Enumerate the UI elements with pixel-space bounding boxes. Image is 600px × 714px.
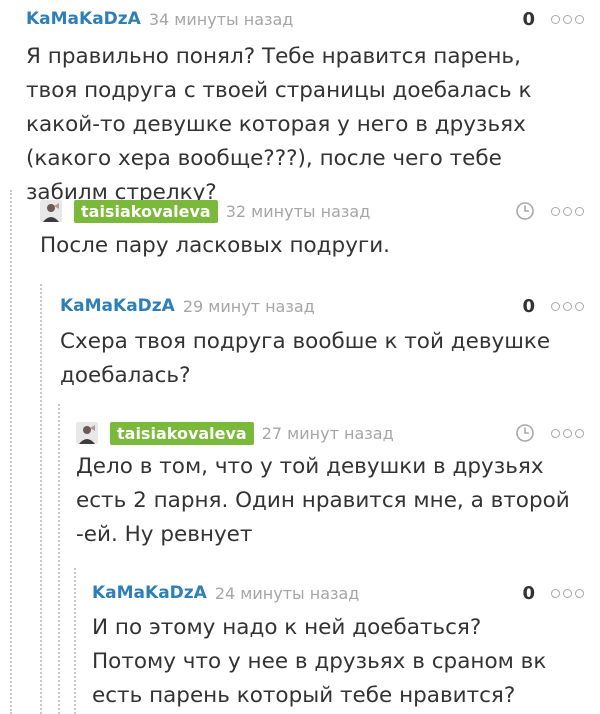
more-options-icon[interactable] xyxy=(551,301,584,311)
comment-timestamp: 24 минуты назад xyxy=(214,583,360,603)
comment-thread: KaMaKaDzA 34 минуты назад 0 Я правильно … xyxy=(0,0,600,714)
comment-text: И по этому надо к ней доебаться? Потому … xyxy=(92,615,547,708)
comment-header: KaMaKaDzA 34 минуты назад 0 xyxy=(0,4,600,34)
clock-icon[interactable] xyxy=(515,201,535,221)
more-options-icon[interactable] xyxy=(551,206,584,216)
comment-timestamp: 34 минуты назад xyxy=(148,9,294,29)
comment-actions: 0 xyxy=(522,4,584,34)
comment-header: KaMaKaDzA 29 минут назад 0 xyxy=(40,291,600,321)
comment-header: taisiakovaleva 32 минуты назад xyxy=(10,196,600,226)
user-avatar[interactable] xyxy=(40,200,62,222)
comment-text: Я правильно понял? Тебе нравится парень,… xyxy=(26,44,532,205)
thread-guide-line xyxy=(10,190,12,714)
more-options-icon[interactable] xyxy=(551,14,584,24)
comment-author-link[interactable]: KaMaKaDzA xyxy=(26,9,141,29)
comment-actions: 0 xyxy=(522,291,584,321)
comment-rating: 0 xyxy=(522,8,535,30)
comment-text: После пару ласковых подруги. xyxy=(40,233,391,258)
more-options-icon[interactable] xyxy=(551,588,584,598)
comment-header: taisiakovaleva 27 минут назад xyxy=(58,418,600,448)
comment-author-link[interactable]: KaMaKaDzA xyxy=(92,583,207,603)
comment-text: Дело в том, что у той девушки в друзьях … xyxy=(76,454,570,547)
comment-rating: 0 xyxy=(522,295,535,317)
thread-guide-line xyxy=(40,284,42,714)
user-avatar[interactable] xyxy=(76,422,98,444)
comment-actions xyxy=(515,418,584,448)
comment-timestamp: 27 минут назад xyxy=(261,423,394,443)
thread-guide-line xyxy=(58,404,60,714)
comment-header: KaMaKaDzA 24 минуты назад 0 xyxy=(74,578,600,608)
comment: KaMaKaDzA 34 минуты назад 0 Я правильно … xyxy=(0,4,600,210)
comment-author-link[interactable]: taisiakovaleva xyxy=(110,421,254,445)
comment-timestamp: 32 минуты назад xyxy=(225,201,371,221)
comment-reply: KaMaKaDzA 24 минуты назад 0 И по этому н… xyxy=(74,568,600,714)
comment-actions xyxy=(515,196,584,226)
more-options-icon[interactable] xyxy=(551,428,584,438)
comment-timestamp: 29 минут назад xyxy=(182,296,315,316)
comment-rating: 0 xyxy=(522,582,535,604)
comment-text: Схера твоя подруга вообше к той девушке … xyxy=(60,329,551,388)
comment-author-link[interactable]: KaMaKaDzA xyxy=(60,296,175,316)
clock-icon[interactable] xyxy=(515,423,535,443)
comment-actions: 0 xyxy=(522,578,584,608)
comment-author-link[interactable]: taisiakovaleva xyxy=(74,199,218,223)
